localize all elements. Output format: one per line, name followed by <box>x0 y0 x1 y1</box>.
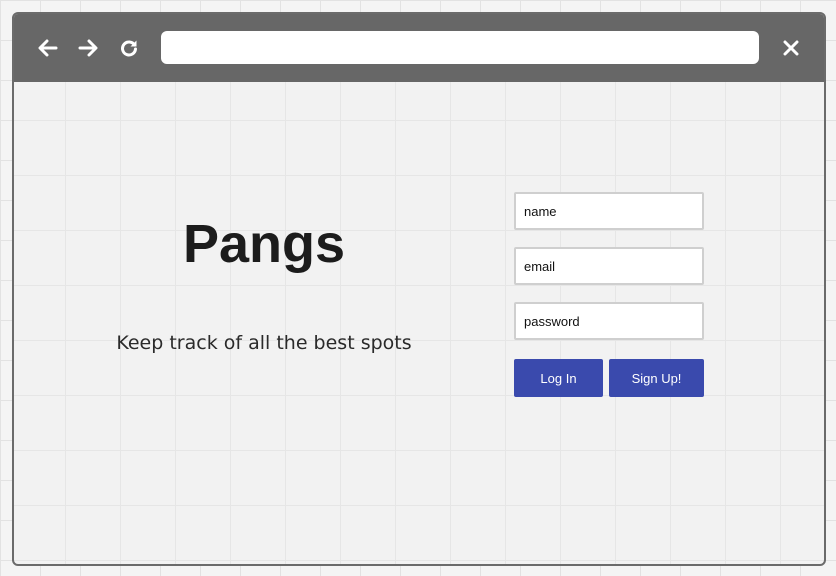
back-button[interactable] <box>36 36 60 60</box>
reload-button[interactable] <box>117 36 141 60</box>
email-field[interactable] <box>514 247 704 285</box>
tagline: Keep track of all the best spots <box>116 332 412 354</box>
arrow-right-icon <box>78 39 98 57</box>
close-button[interactable] <box>779 36 803 60</box>
forward-button[interactable] <box>76 36 100 60</box>
reload-icon <box>121 40 137 57</box>
login-button[interactable]: Log In <box>514 359 603 397</box>
arrow-left-icon <box>38 39 58 57</box>
browser-window: Pangs Keep track of all the best spots L… <box>12 12 826 566</box>
signup-button[interactable]: Sign Up! <box>609 359 704 397</box>
page-content: Pangs Keep track of all the best spots L… <box>14 82 824 564</box>
password-field[interactable] <box>514 302 704 340</box>
close-icon <box>783 40 799 56</box>
name-field[interactable] <box>514 192 704 230</box>
page-title: Pangs <box>182 214 346 274</box>
browser-toolbar <box>14 14 824 82</box>
address-bar[interactable] <box>161 31 759 64</box>
